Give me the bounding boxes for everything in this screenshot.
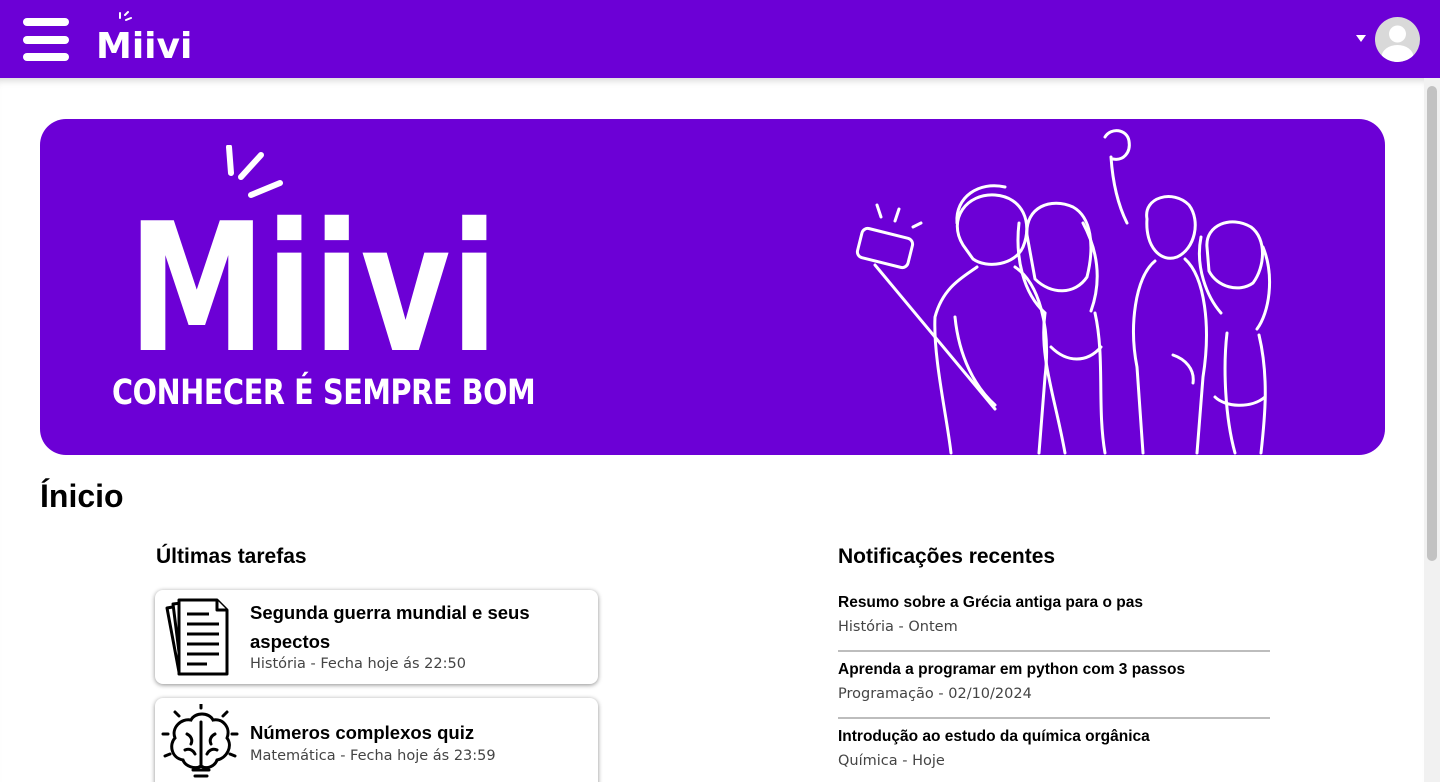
notifications-section-title: Notificações recentes <box>838 545 1056 568</box>
page-title: Ínicio <box>40 478 124 514</box>
notification-title: Aprenda a programar em python com 3 pass… <box>838 661 1186 678</box>
task-card[interactable]: Números complexos quiz Matemática - Fech… <box>155 698 598 782</box>
tasks-section-title: Últimas tarefas <box>156 545 307 568</box>
notification-title: Resumo sobre a Grécia antiga para o pas <box>838 594 1143 611</box>
task-title: Segunda guerra mundial e seus aspectos <box>250 602 530 652</box>
main-content: Miivi CONHECER É SEMPRE BOM Ínicio Últim… <box>0 78 1424 782</box>
task-title: Números complexos quiz <box>250 722 475 743</box>
hero-banner: Miivi CONHECER É SEMPRE BOM <box>40 119 1385 455</box>
user-avatar-icon[interactable] <box>1375 17 1420 62</box>
svg-text:Miivi: Miivi <box>128 185 498 385</box>
document-icon <box>165 598 229 676</box>
caret-down-icon[interactable] <box>1356 35 1366 42</box>
svg-text:Miivi: Miivi <box>96 26 190 66</box>
banner-tagline: CONHECER É SEMPRE BOM <box>112 373 536 413</box>
top-bar: Miivi <box>0 0 1440 78</box>
notification-item[interactable]: Aprenda a programar em python com 3 pass… <box>838 661 1270 719</box>
friends-selfie-illustration <box>855 129 1272 455</box>
notification-item[interactable]: Introdução ao estudo da química orgânica… <box>838 728 1270 782</box>
task-meta: História - Fecha hoje ás 22:50 <box>250 656 466 672</box>
miivi-logo[interactable]: Miivi <box>94 10 190 66</box>
hamburger-menu-icon[interactable] <box>23 18 69 61</box>
scrollbar-thumb[interactable] <box>1427 86 1437 561</box>
notification-title: Introdução ao estudo da química orgânica <box>838 728 1150 745</box>
notification-meta: Química - Hoje <box>838 753 945 769</box>
task-card[interactable]: Segunda guerra mundial e seus aspectos H… <box>155 590 598 684</box>
notification-item[interactable]: Resumo sobre a Grécia antiga para o pas … <box>838 594 1270 652</box>
brain-idea-icon <box>161 704 239 778</box>
notification-meta: Programação - 02/10/2024 <box>838 686 1032 702</box>
banner-logo: Miivi <box>128 145 498 385</box>
page-scrollbar[interactable] <box>1424 78 1440 782</box>
task-meta: Matemática - Fecha hoje ás 23:59 <box>250 748 496 764</box>
notification-meta: História - Ontem <box>838 619 958 635</box>
